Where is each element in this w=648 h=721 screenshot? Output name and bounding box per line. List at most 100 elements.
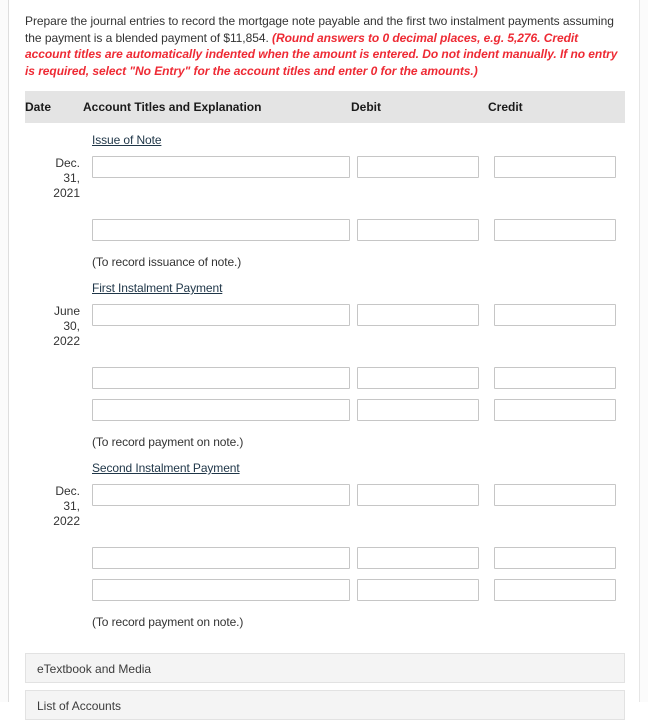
account-title-input[interactable] xyxy=(92,367,350,389)
section-header-row: Issue of Note xyxy=(25,123,625,151)
entry-credit-cell xyxy=(488,534,625,574)
date-line: June xyxy=(53,304,80,318)
entry-date-cell: June 30, 2022 xyxy=(25,299,83,354)
memo-row: (To record issuance of note.) xyxy=(25,246,625,271)
credit-amount-input[interactable] xyxy=(494,304,616,326)
table-row xyxy=(25,206,625,246)
journal-entry-table: Date Account Titles and Explanation Debi… xyxy=(25,91,625,631)
entry-credit-cell xyxy=(488,479,625,534)
table-row: Dec. 31, 2022 xyxy=(25,479,625,534)
credit-amount-input[interactable] xyxy=(494,399,616,421)
section-label-second-instalment-payment: Second Instalment Payment xyxy=(92,461,240,475)
account-title-input[interactable] xyxy=(92,304,350,326)
section-label-cell: Issue of Note xyxy=(83,123,351,151)
entry-credit-cell xyxy=(488,299,625,354)
credit-amount-input[interactable] xyxy=(494,219,616,241)
entry-account-cell xyxy=(83,354,351,394)
account-title-input[interactable] xyxy=(92,547,350,569)
debit-amount-input[interactable] xyxy=(357,399,479,421)
date-line: Dec. xyxy=(55,156,80,170)
column-header-debit: Debit xyxy=(351,91,488,123)
entry-debit-cell xyxy=(351,151,488,206)
debit-amount-input[interactable] xyxy=(357,219,479,241)
entry-debit-cell xyxy=(351,206,488,246)
memo-cell: (To record payment on note.) xyxy=(83,426,351,451)
section-date-spacer xyxy=(25,271,83,299)
entry-date-cell: Dec. 31, 2022 xyxy=(25,479,83,534)
resource-panel-stack: eTextbook and Media List of Accounts xyxy=(25,653,625,720)
section-date-spacer xyxy=(25,123,83,151)
entry-account-cell xyxy=(83,534,351,574)
etextbook-and-media-panel[interactable]: eTextbook and Media xyxy=(25,653,625,683)
entry-date-cell: Dec. 31, 2021 xyxy=(25,151,83,206)
section-header-row: Second Instalment Payment xyxy=(25,451,625,479)
page-background: Prepare the journal entries to record th… xyxy=(0,0,648,720)
column-header-credit: Credit xyxy=(488,91,625,123)
table-row: Dec. 31, 2021 xyxy=(25,151,625,206)
memo-debit-spacer xyxy=(351,246,488,271)
entry-debit-cell xyxy=(351,534,488,574)
entry-date-cell xyxy=(25,534,83,574)
memo-text-issuance: (To record issuance of note.) xyxy=(92,255,242,269)
list-of-accounts-panel[interactable]: List of Accounts xyxy=(25,690,625,720)
account-title-input[interactable] xyxy=(92,399,350,421)
memo-text-first-payment: (To record payment on note.) xyxy=(92,435,244,449)
table-row xyxy=(25,394,625,426)
debit-amount-input[interactable] xyxy=(357,547,479,569)
section-label-cell: First Instalment Payment xyxy=(83,271,351,299)
entry-debit-cell xyxy=(351,479,488,534)
debit-amount-input[interactable] xyxy=(357,579,479,601)
memo-debit-spacer xyxy=(351,426,488,451)
credit-amount-input[interactable] xyxy=(494,484,616,506)
debit-amount-input[interactable] xyxy=(357,367,479,389)
section-credit-spacer xyxy=(488,451,625,479)
journal-table-header: Date Account Titles and Explanation Debi… xyxy=(25,91,625,123)
memo-row: (To record payment on note.) xyxy=(25,606,625,631)
date-line: 30, xyxy=(63,319,80,333)
account-title-input[interactable] xyxy=(92,579,350,601)
section-credit-spacer xyxy=(488,271,625,299)
question-card: Prepare the journal entries to record th… xyxy=(8,0,640,720)
section-date-spacer xyxy=(25,451,83,479)
debit-amount-input[interactable] xyxy=(357,156,479,178)
date-line: 31, xyxy=(63,499,80,513)
entry-date-cell xyxy=(25,206,83,246)
entry-date-cell xyxy=(25,394,83,426)
memo-credit-spacer xyxy=(488,606,625,631)
date-line: 31, xyxy=(63,171,80,185)
date-line: 2022 xyxy=(53,334,80,348)
entry-debit-cell xyxy=(351,354,488,394)
credit-amount-input[interactable] xyxy=(494,367,616,389)
entry-credit-cell xyxy=(488,151,625,206)
account-title-input[interactable] xyxy=(92,156,350,178)
entry-debit-cell xyxy=(351,299,488,354)
memo-text-second-payment: (To record payment on note.) xyxy=(92,615,244,629)
memo-cell: (To record issuance of note.) xyxy=(83,246,351,271)
credit-amount-input[interactable] xyxy=(494,156,616,178)
debit-amount-input[interactable] xyxy=(357,484,479,506)
entry-credit-cell xyxy=(488,354,625,394)
section-label-cell: Second Instalment Payment xyxy=(83,451,351,479)
account-title-input[interactable] xyxy=(92,484,350,506)
date-line: Dec. xyxy=(55,484,80,498)
table-row xyxy=(25,354,625,394)
question-prompt: Prepare the journal entries to record th… xyxy=(25,13,623,79)
section-label-issue-of-note: Issue of Note xyxy=(92,133,162,147)
memo-credit-spacer xyxy=(488,246,625,271)
table-row: June 30, 2022 xyxy=(25,299,625,354)
entry-credit-cell xyxy=(488,394,625,426)
credit-amount-input[interactable] xyxy=(494,547,616,569)
account-title-input[interactable] xyxy=(92,219,350,241)
section-header-row: First Instalment Payment xyxy=(25,271,625,299)
journal-table-body: Issue of Note Dec. 31, 2021 (To record i… xyxy=(25,123,625,631)
memo-row: (To record payment on note.) xyxy=(25,426,625,451)
credit-amount-input[interactable] xyxy=(494,579,616,601)
section-debit-spacer xyxy=(351,271,488,299)
section-credit-spacer xyxy=(488,123,625,151)
section-label-first-instalment-payment: First Instalment Payment xyxy=(92,281,223,295)
memo-cell: (To record payment on note.) xyxy=(83,606,351,631)
journal-header-row: Date Account Titles and Explanation Debi… xyxy=(25,91,625,123)
entry-credit-cell xyxy=(488,206,625,246)
entry-account-cell xyxy=(83,479,351,534)
debit-amount-input[interactable] xyxy=(357,304,479,326)
